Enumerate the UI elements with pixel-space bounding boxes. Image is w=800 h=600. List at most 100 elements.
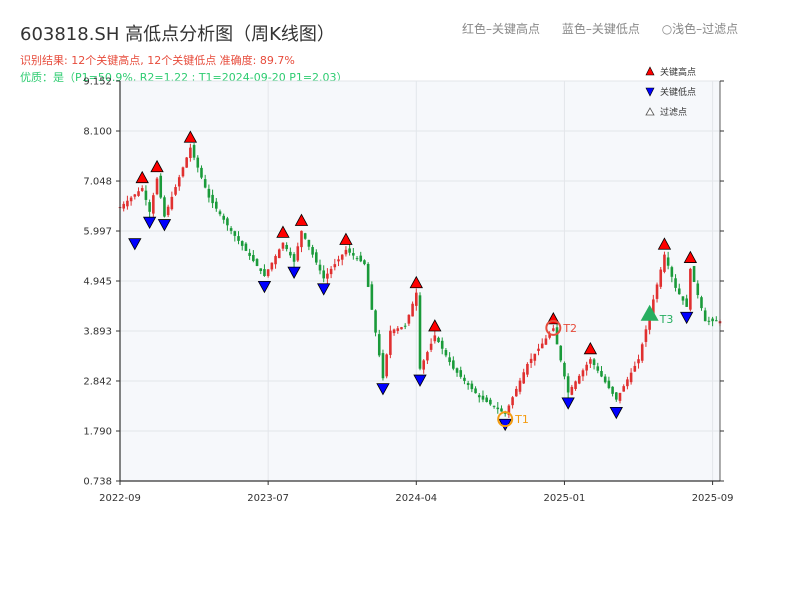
candle-body: [696, 283, 700, 296]
candle-body: [226, 218, 229, 226]
candle-body: [715, 320, 718, 322]
candle-body: [407, 314, 411, 324]
candle-body: [270, 262, 274, 270]
candle-body: [152, 195, 155, 214]
candle-body: [485, 397, 488, 402]
candle-body: [529, 358, 533, 363]
candle-body: [670, 267, 674, 277]
candle-body: [211, 194, 214, 204]
candle-body: [429, 343, 433, 350]
y-tick-label: 5.997: [83, 226, 112, 237]
candle-body: [340, 254, 344, 260]
candle-body: [677, 288, 681, 295]
candle-body: [555, 327, 559, 345]
candle-body: [163, 197, 166, 217]
candle-body: [385, 354, 388, 377]
candle-body: [644, 329, 648, 342]
candle-body: [181, 167, 185, 177]
candle-body: [159, 175, 163, 198]
candle-body: [585, 364, 588, 371]
x-tick-label: 2024-04: [395, 493, 437, 504]
x-tick-label: 2023-07: [247, 493, 289, 504]
candle-body: [322, 270, 325, 279]
candle-body: [263, 269, 266, 277]
candle-body: [711, 318, 714, 322]
candle-body: [285, 244, 288, 250]
candle-body: [166, 206, 170, 216]
candle-body: [274, 256, 277, 265]
candle-body: [133, 194, 137, 197]
candle-body: [140, 188, 144, 191]
candle-body: [240, 241, 244, 246]
candle-body: [496, 407, 500, 410]
candle-body: [703, 310, 707, 322]
y-tick-label: 7.048: [83, 177, 112, 188]
candle-body: [640, 344, 644, 361]
candle-body: [681, 296, 685, 301]
candle-body: [674, 278, 677, 288]
candle-body: [326, 273, 329, 279]
candle-body: [259, 268, 263, 271]
y-tick-label: 8.100: [83, 127, 112, 138]
candle-body: [315, 252, 318, 263]
candle-body: [437, 337, 440, 343]
candle-body: [518, 380, 522, 392]
candle-body: [566, 376, 570, 393]
candle-body: [155, 178, 159, 195]
candle-body: [237, 236, 240, 241]
y-tick-label: 9.152: [83, 77, 112, 88]
candle-body: [533, 353, 537, 361]
candle-body: [515, 388, 518, 397]
candle-body: [655, 284, 659, 299]
legend-high-icon: [645, 66, 655, 76]
candle-body: [300, 230, 303, 248]
candle-body: [359, 255, 363, 262]
candle-body: [692, 266, 696, 282]
candle-body: [255, 259, 259, 266]
candle-body: [207, 188, 211, 198]
candle-body: [200, 167, 203, 178]
candle-body: [659, 269, 663, 287]
candle-body: [148, 202, 151, 212]
candle-body: [618, 392, 622, 401]
candle-body: [589, 359, 592, 364]
candle-body: [559, 345, 563, 361]
candle-body: [522, 372, 525, 384]
candle-body: [540, 343, 544, 349]
legend-label: 关键高点: [660, 66, 696, 78]
candle-body: [666, 257, 670, 266]
candle-body: [333, 264, 337, 268]
candle-body: [344, 249, 348, 255]
candle-body: [626, 379, 629, 387]
candle-body: [189, 147, 192, 158]
candle-body: [411, 303, 414, 317]
candle-body: [489, 399, 492, 405]
candle-body: [289, 251, 292, 256]
candle-body: [552, 328, 555, 331]
candle-body: [363, 260, 366, 265]
candle-body: [622, 386, 625, 392]
legend-label: 关键低点: [660, 86, 696, 98]
candle-body: [174, 187, 177, 195]
candle-body: [144, 190, 148, 200]
candle-body: [185, 157, 188, 168]
candle-body: [352, 253, 355, 256]
candle-body: [307, 239, 311, 247]
candle-body: [129, 197, 133, 202]
candle-body: [233, 231, 237, 236]
candle-body: [700, 297, 703, 309]
candle-body: [218, 211, 222, 215]
candle-body: [318, 264, 322, 271]
candle-body: [574, 381, 577, 389]
candle-body: [563, 362, 566, 377]
candle-body: [374, 310, 377, 333]
candle-body: [355, 258, 359, 260]
candle-body: [277, 249, 281, 259]
candle-body: [418, 295, 422, 369]
candle-body: [248, 252, 251, 256]
candle-body: [544, 338, 548, 345]
candle-body: [615, 392, 618, 400]
x-tick-label: 2025-09: [692, 493, 734, 504]
candle-body: [592, 359, 596, 365]
target-label: T2: [562, 322, 577, 335]
